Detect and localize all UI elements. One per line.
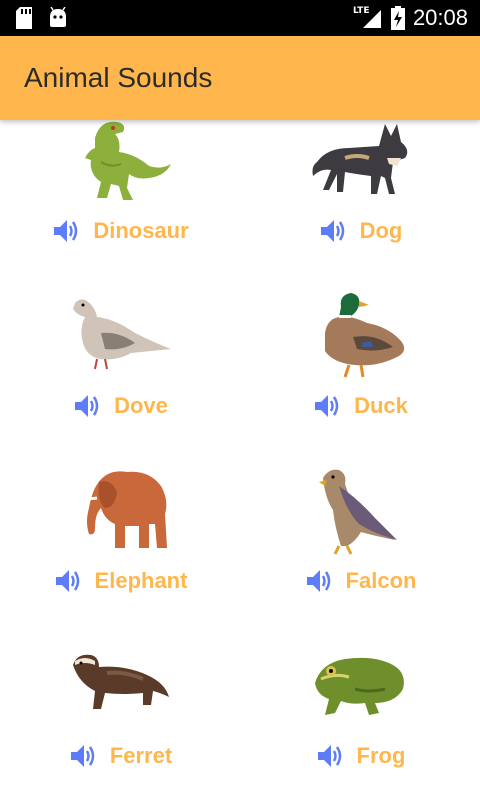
- dog-image: [312, 124, 408, 194]
- speaker-icon[interactable]: [315, 741, 345, 771]
- frog-image: [315, 657, 404, 715]
- animal-name: Falcon: [345, 568, 417, 593]
- speaker-icon[interactable]: [68, 741, 98, 771]
- sound-button[interactable]: Dove: [0, 389, 240, 423]
- status-bar: LTE 20:08: [0, 0, 480, 36]
- animal-name: Dinosaur: [93, 218, 189, 243]
- speaker-icon[interactable]: [318, 216, 348, 246]
- battery-charging-icon: [390, 6, 405, 30]
- elephant-image: [81, 471, 167, 548]
- speaker-icon[interactable]: [312, 391, 342, 421]
- sound-button[interactable]: Frog: [240, 739, 480, 773]
- sd-card-icon: [16, 7, 32, 29]
- page-title: Animal Sounds: [24, 62, 213, 93]
- speaker-icon[interactable]: [53, 566, 83, 596]
- speaker-icon[interactable]: [51, 216, 81, 246]
- duck-image: [325, 293, 405, 378]
- animal-card-frog[interactable]: Frog: [240, 643, 480, 800]
- sound-button[interactable]: Dog: [240, 214, 480, 248]
- animal-name: Dog: [359, 218, 403, 243]
- animal-card-elephant[interactable]: Elephant: [0, 468, 240, 643]
- sound-button[interactable]: Elephant: [0, 564, 240, 598]
- app-bar: Animal Sounds: [0, 36, 480, 120]
- animal-card-duck[interactable]: Duck: [240, 293, 480, 468]
- animal-name: Elephant: [94, 568, 188, 593]
- android-icon: [50, 7, 66, 27]
- ferret-image: [73, 654, 169, 709]
- sound-button[interactable]: Falcon: [240, 564, 480, 598]
- animal-card-dove[interactable]: Dove: [0, 293, 240, 468]
- dinosaur-image: [85, 121, 171, 200]
- dove-image: [73, 299, 171, 370]
- animal-name: Dove: [114, 393, 168, 418]
- animal-name: Duck: [354, 393, 408, 418]
- animal-card-dog[interactable]: Dog: [240, 120, 480, 293]
- speaker-icon[interactable]: [72, 391, 102, 421]
- sound-button[interactable]: Dinosaur: [0, 214, 240, 248]
- status-time: 20:08: [412, 5, 468, 30]
- animal-name: Ferret: [109, 743, 173, 768]
- animal-name: Frog: [356, 743, 406, 768]
- animal-card-dinosaur[interactable]: Dinosaur: [0, 120, 240, 293]
- animal-grid: Dinosaur Dog Dove Duck Elephant Falcon F…: [0, 120, 480, 800]
- falcon-image: [319, 469, 397, 555]
- sound-button[interactable]: Duck: [240, 389, 480, 423]
- signal-icon: LTE: [353, 6, 383, 30]
- speaker-icon[interactable]: [304, 566, 334, 596]
- sound-button[interactable]: Ferret: [0, 739, 240, 773]
- animal-card-ferret[interactable]: Ferret: [0, 643, 240, 800]
- animal-card-falcon[interactable]: Falcon: [240, 468, 480, 643]
